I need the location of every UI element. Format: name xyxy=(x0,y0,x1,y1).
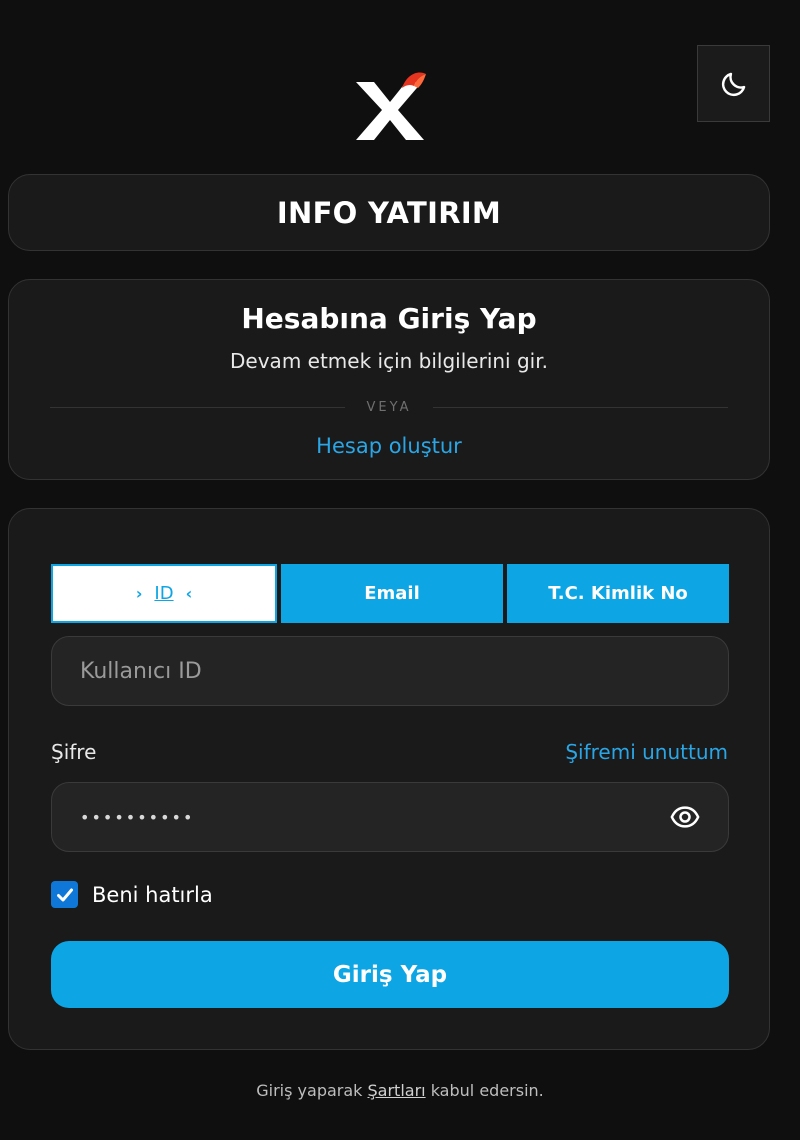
tab-tc-kimlik-label: T.C. Kimlik No xyxy=(548,583,688,604)
terms-prefix: Giriş yaparak xyxy=(256,1081,368,1100)
chevron-left-icon: ‹ xyxy=(185,584,193,603)
forgot-password-link[interactable]: Şifremi unuttum xyxy=(565,740,728,764)
remember-me-label: Beni hatırla xyxy=(92,882,213,907)
user-id-input[interactable] xyxy=(80,658,700,684)
terms-suffix: kabul edersin. xyxy=(425,1081,544,1100)
intro-card: Hesabına Giriş Yap Devam etmek için bilg… xyxy=(8,279,770,480)
create-account-link[interactable]: Hesap oluştur xyxy=(9,434,769,458)
tab-email-label: Email xyxy=(364,583,420,604)
login-method-tabs: › ID ‹ Email T.C. Kimlik No xyxy=(51,564,729,623)
chevron-right-icon: › xyxy=(135,584,143,603)
theme-toggle-button[interactable] xyxy=(697,45,770,122)
tab-email[interactable]: Email xyxy=(281,564,503,623)
terms-link[interactable]: Şartları xyxy=(368,1081,426,1100)
login-title: Hesabına Giriş Yap xyxy=(241,302,537,335)
login-subtitle: Devam etmek için bilgilerini gir. xyxy=(230,349,548,373)
brand-title: INFO YATIRIM xyxy=(276,195,502,230)
divider-text: VEYA xyxy=(366,399,412,415)
check-icon xyxy=(56,888,73,901)
login-form-card: › ID ‹ Email T.C. Kimlik No Şifre Şifrem… xyxy=(8,508,770,1050)
divider-line-right xyxy=(433,406,728,408)
moon-icon xyxy=(721,72,745,96)
login-button[interactable]: Giriş Yap xyxy=(51,941,729,1008)
remember-me-row: Beni hatırla xyxy=(51,881,213,908)
user-id-field xyxy=(51,636,729,706)
x-logo-icon xyxy=(356,72,426,140)
password-field[interactable]: •••••••••• xyxy=(51,782,729,852)
password-label: Şifre xyxy=(51,740,97,764)
login-page: INFO YATIRIM Hesabına Giriş Yap Devam et… xyxy=(0,0,800,1140)
divider-line-left xyxy=(50,406,345,408)
tab-id-label: ID xyxy=(154,583,174,604)
password-input[interactable]: •••••••••• xyxy=(80,808,670,827)
terms-footer: Giriş yaparak Şartları kabul edersin. xyxy=(0,1081,800,1100)
tab-id[interactable]: › ID ‹ xyxy=(51,564,277,623)
eye-icon[interactable] xyxy=(670,802,700,832)
remember-me-checkbox[interactable] xyxy=(51,881,78,908)
tab-tc-kimlik[interactable]: T.C. Kimlik No xyxy=(507,564,729,623)
or-divider: VEYA xyxy=(50,397,728,417)
brand-card: INFO YATIRIM xyxy=(8,174,770,251)
